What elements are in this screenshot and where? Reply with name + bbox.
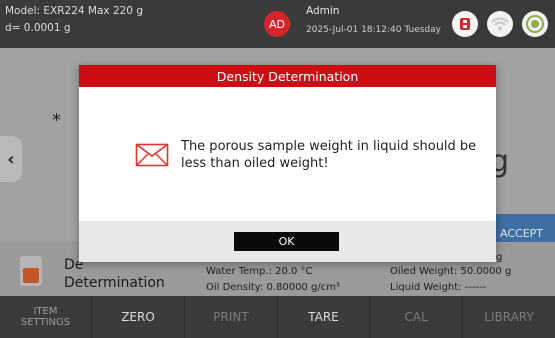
model-info: Model: EXR224 Max 220 g: [5, 5, 143, 17]
user-name: Admin: [306, 5, 340, 17]
tare-button[interactable]: TARE: [278, 296, 370, 338]
item-settings-line2: SETTINGS: [20, 317, 71, 328]
stability-indicator: *: [52, 110, 61, 131]
avatar[interactable]: AD: [264, 11, 290, 37]
date-time: 2025-Jul-01 18:12:40 Tuesday: [306, 25, 441, 35]
chevron-left-icon: ‹: [7, 148, 15, 170]
dialog-title: Density Determination: [79, 65, 496, 87]
oil-density: Oil Density: 0.80000 g/cm³: [206, 282, 340, 293]
liquid-weight: Liquid Weight: ------: [390, 282, 487, 293]
ok-button[interactable]: OK: [234, 232, 339, 251]
wifi-icon[interactable]: [487, 11, 513, 37]
cal-button[interactable]: CAL: [370, 296, 463, 338]
readability-info: d= 0.0001 g: [5, 22, 71, 34]
status-bar: Model: EXR224 Max 220 g d= 0.0001 g AD A…: [0, 0, 555, 48]
dialog-message: The porous sample weight in liquid shoul…: [181, 139, 477, 171]
item-settings-button[interactable]: ITEM SETTINGS: [0, 296, 92, 338]
side-panel-tab[interactable]: ‹: [0, 136, 22, 182]
result-unit: g: [496, 252, 503, 263]
beaker-icon: [20, 256, 42, 286]
library-button[interactable]: LIBRARY: [463, 296, 555, 338]
item-settings-line1: ITEM: [33, 306, 58, 317]
print-button[interactable]: PRINT: [185, 296, 278, 338]
water-temp: Water Temp.: 20.0 °C: [206, 266, 313, 277]
error-dialog: Density Determination The porous sample …: [79, 65, 496, 262]
oiled-weight: Oiled Weight: 50.0000 g: [390, 266, 512, 277]
app-name-line2: Determination: [64, 275, 165, 291]
usb-icon[interactable]: [452, 11, 478, 37]
function-bar: ITEM SETTINGS ZERO PRINT TARE CAL LIBRARY: [0, 296, 555, 338]
envelope-icon: [135, 143, 169, 171]
dialog-footer: OK: [79, 221, 496, 262]
zero-button[interactable]: ZERO: [92, 296, 185, 338]
level-icon[interactable]: [522, 11, 548, 37]
